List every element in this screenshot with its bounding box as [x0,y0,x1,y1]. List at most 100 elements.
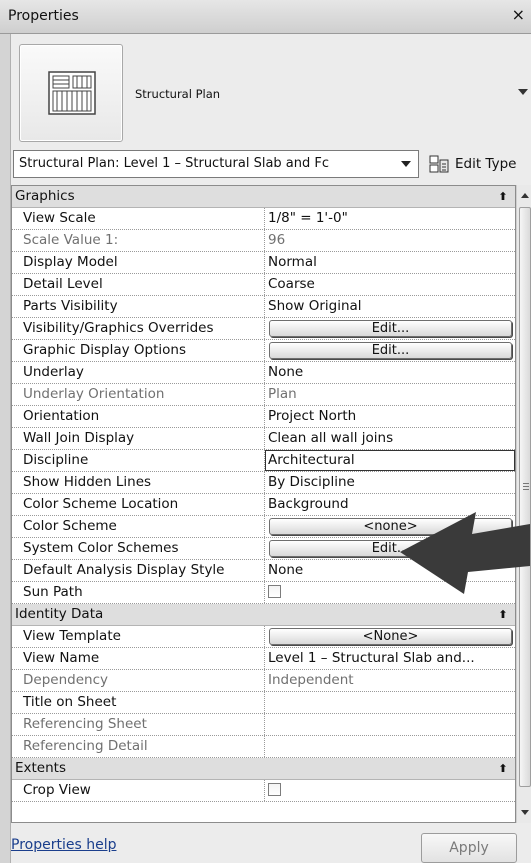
instance-filter-value: Structural Plan: Level 1 – Structural Sl… [19,156,330,171]
instance-selector-row: Structural Plan: Level 1 – Structural Sl… [11,146,531,182]
property-row-referencing-sheet[interactable]: Referencing Sheet [12,714,515,736]
property-name: View Name [12,648,265,669]
property-value[interactable]: None [265,362,515,383]
grip-icon [523,483,529,490]
property-row-visibility-graphics-overrides[interactable]: Visibility/Graphics Overrides Edit... [12,318,515,340]
property-row-orientation[interactable]: Orientation Project North [12,406,515,428]
collapse-icon[interactable]: ⬆︎ [491,186,515,207]
property-row-parts-visibility[interactable]: Parts Visibility Show Original [12,296,515,318]
property-name: Show Hidden Lines [12,472,265,493]
property-row-scale-value[interactable]: Scale Value 1: 96 [12,230,515,252]
property-name: Sun Path [12,582,265,603]
property-value[interactable]: Clean all wall joins [265,428,515,449]
scroll-up-icon[interactable] [521,193,529,198]
edit-button[interactable]: Edit... [269,320,512,337]
property-name: Referencing Detail [12,736,265,757]
property-name: Detail Level [12,274,265,295]
property-name: Color Scheme Location [12,494,265,515]
properties-panel: Structural Plan Structural Plan: Level 1… [10,34,531,863]
scroll-thumb[interactable] [519,207,531,787]
property-name: Title on Sheet [12,692,265,713]
property-value-cell: Edit... [265,340,515,361]
property-value[interactable]: 96 [265,230,515,251]
property-name: Referencing Sheet [12,714,265,735]
vertical-scrollbar[interactable] [516,185,531,823]
edit-type-button[interactable]: Edit Type [429,150,516,178]
property-value[interactable]: Coarse [265,274,515,295]
edit-type-label: Edit Type [455,156,517,172]
property-row-show-hidden-lines[interactable]: Show Hidden Lines By Discipline [12,472,515,494]
property-row-graphic-display-options[interactable]: Graphic Display Options Edit... [12,340,515,362]
chevron-down-icon[interactable] [394,151,418,177]
sun-path-checkbox[interactable] [268,585,281,598]
close-icon[interactable]: × [512,5,525,24]
property-name: Visibility/Graphics Overrides [12,318,265,339]
property-row-view-name[interactable]: View Name Level 1 – Structural Slab and.… [12,648,515,670]
property-name: Display Model [12,252,265,273]
structural-plan-icon [19,44,123,142]
property-row-display-model[interactable]: Display Model Normal [12,252,515,274]
group-label: Extents [15,760,67,776]
property-value[interactable]: Level 1 – Structural Slab and... [265,648,515,669]
property-value[interactable] [265,692,515,713]
property-name: Crop View [12,780,265,801]
property-value[interactable]: 1/8" = 1'-0" [265,208,515,229]
property-value[interactable]: Show Original [265,296,515,317]
property-value[interactable]: Architectural [265,450,515,471]
property-name: View Scale [12,208,265,229]
property-row-discipline[interactable]: Discipline Architectural [12,450,515,472]
property-value-cell: Edit... [265,318,515,339]
property-row-view-template[interactable]: View Template <None> [12,626,515,648]
type-dropdown-arrow-icon[interactable] [518,89,528,95]
property-name: Default Analysis Display Style [12,560,265,581]
property-row-title-on-sheet[interactable]: Title on Sheet [12,692,515,714]
property-value-cell [265,780,515,801]
property-value[interactable]: By Discipline [265,472,515,493]
property-row-underlay-orientation[interactable]: Underlay Orientation Plan [12,384,515,406]
property-value[interactable] [265,736,515,757]
property-name: System Color Schemes [12,538,265,559]
property-name: Wall Join Display [12,428,265,449]
edit-button[interactable]: Edit... [269,342,512,359]
property-value[interactable]: Independent [265,670,515,691]
type-selector[interactable]: Structural Plan [11,34,531,146]
property-name: Parts Visibility [12,296,265,317]
crop-view-checkbox[interactable] [268,783,281,796]
collapse-icon[interactable]: ⬆︎ [491,604,515,625]
apply-button[interactable]: Apply [421,833,517,863]
property-name: Graphic Display Options [12,340,265,361]
property-name: Underlay [12,362,265,383]
group-label: Identity Data [15,606,104,622]
edit-type-icon [429,155,449,173]
property-value[interactable]: Project North [265,406,515,427]
property-row-view-scale[interactable]: View Scale 1/8" = 1'-0" [12,208,515,230]
group-header-extents[interactable]: Extents ⬆︎ [12,758,515,780]
properties-footer: Properties help Apply [11,823,531,863]
group-header-identity-data[interactable]: Identity Data ⬆︎ [12,604,515,626]
property-name: Discipline [12,450,265,471]
property-grid: Graphics ⬆︎ View Scale 1/8" = 1'-0" Scal… [11,185,516,823]
property-row-referencing-detail[interactable]: Referencing Detail [12,736,515,758]
group-header-graphics[interactable]: Graphics ⬆︎ [12,186,515,208]
property-value[interactable]: Plan [265,384,515,405]
property-name: Color Scheme [12,516,265,537]
property-value[interactable]: Normal [265,252,515,273]
instance-filter-select[interactable]: Structural Plan: Level 1 – Structural Sl… [13,150,419,178]
group-label: Graphics [15,188,75,204]
view-template-button[interactable]: <None> [269,628,512,645]
scroll-down-icon[interactable] [521,810,529,815]
type-name: Structural Plan [135,87,221,101]
title-bar: Properties × [0,0,531,34]
property-name: Scale Value 1: [12,230,265,251]
property-row-underlay[interactable]: Underlay None [12,362,515,384]
properties-help-link[interactable]: Properties help [11,837,116,853]
property-row-crop-view[interactable]: Crop View [12,780,515,802]
property-row-detail-level[interactable]: Detail Level Coarse [12,274,515,296]
property-row-dependency[interactable]: Dependency Independent [12,670,515,692]
property-row-wall-join-display[interactable]: Wall Join Display Clean all wall joins [12,428,515,450]
property-name: View Template [12,626,265,647]
collapse-icon[interactable]: ⬆︎ [491,758,515,779]
property-value[interactable] [265,714,515,735]
window-title: Properties [8,8,79,24]
property-name: Orientation [12,406,265,427]
